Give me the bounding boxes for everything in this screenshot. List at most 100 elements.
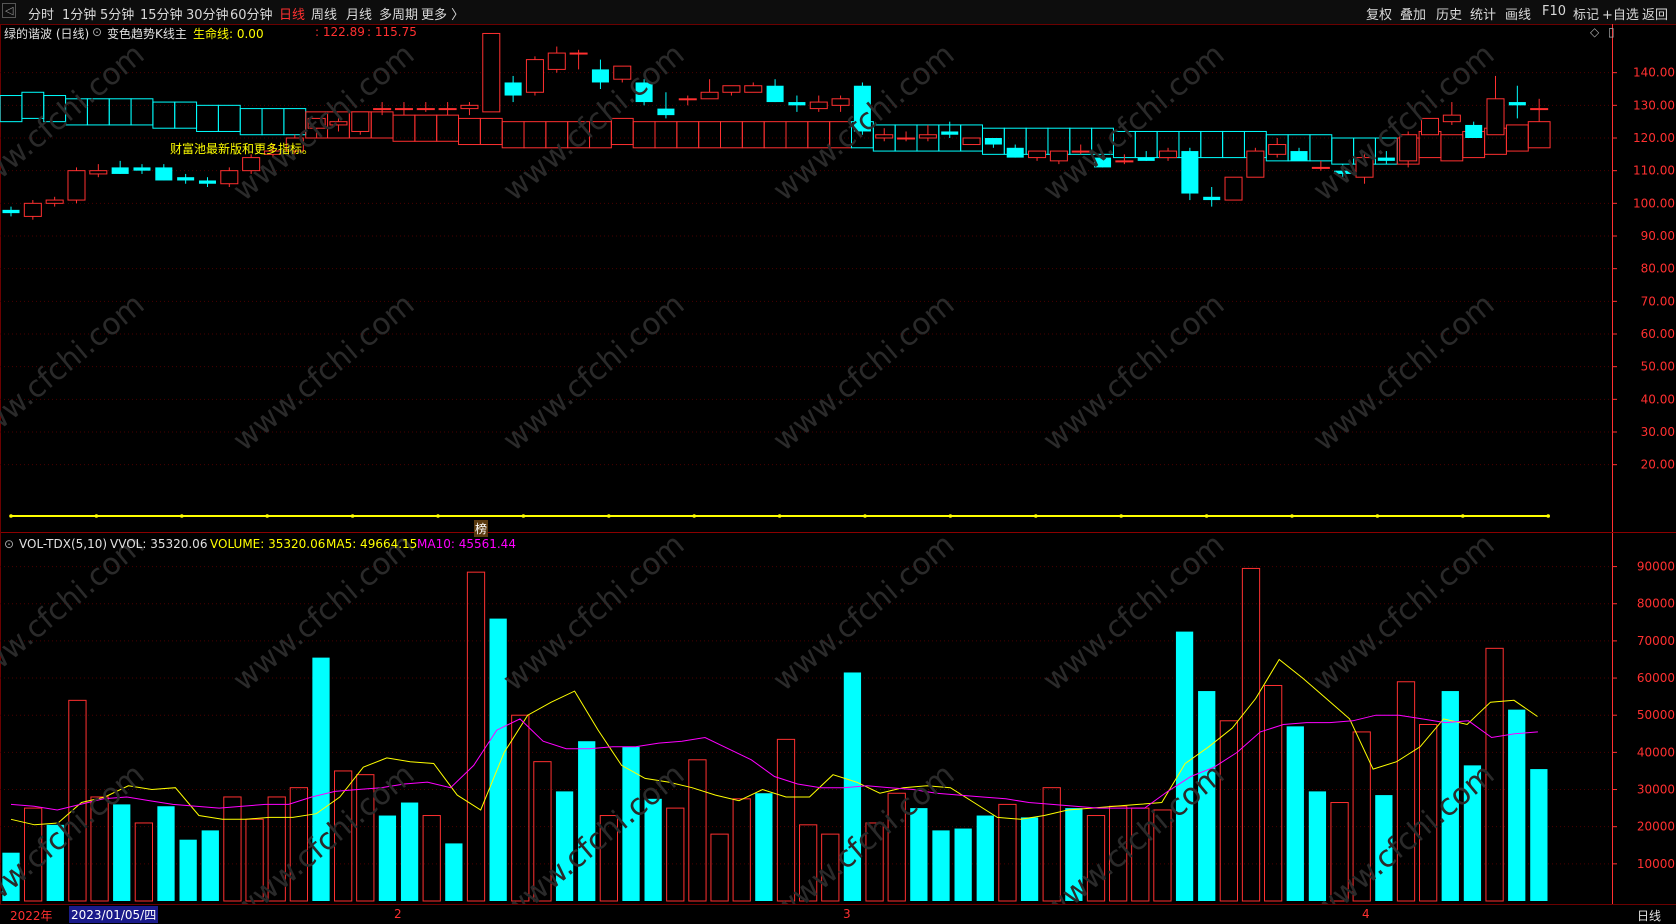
candle-body: [875, 134, 894, 139]
indicator-name[interactable]: 变色趋势K线主: [107, 25, 187, 42]
candle-body: [133, 167, 151, 171]
trend-band-box: [196, 104, 219, 132]
life-line-dot: [692, 514, 696, 518]
trend-band-box: [1440, 134, 1464, 162]
volume-tick-label: 70000: [1637, 634, 1675, 648]
volume-value: VOLUME: 35320.06: [210, 537, 326, 551]
candle-body: [1442, 114, 1461, 123]
price-tick-label: 90.00: [1641, 229, 1675, 243]
trend-band-box: [501, 121, 525, 149]
life-line-dot: [9, 514, 13, 518]
candle-body: [482, 32, 501, 113]
watermark-text: www.cfchi.com: [767, 37, 962, 208]
volume-tick-label: 60000: [1637, 671, 1675, 685]
stock-chart[interactable]: 20.00 30.00 40.00 50.00 60.00 70.00 80.00 90.00…: [0, 0, 1676, 922]
trend-band-box: [392, 114, 416, 142]
candle-body: [155, 167, 173, 181]
volume-bar: [1219, 720, 1238, 902]
candle-body: [1224, 176, 1243, 201]
candle-body: [678, 98, 697, 101]
volume-bar: [710, 833, 729, 902]
price-tick-label: 40.00: [1641, 392, 1675, 406]
watermark-text: www.cfchi.com: [497, 287, 692, 458]
volume-bar: [732, 798, 751, 902]
volume-tick-label: 40000: [1637, 745, 1675, 759]
candle-body: [897, 137, 916, 140]
candle-body: [1115, 160, 1134, 163]
volume-tick-label: 10000: [1637, 857, 1675, 871]
life-line-dot: [265, 514, 270, 518]
candle-body: [591, 69, 609, 83]
candle-body: [416, 108, 435, 111]
price-tick-label: 130.00: [1633, 98, 1675, 112]
trend-band-box: [632, 121, 656, 149]
trend-band-box: [676, 121, 700, 149]
candle-body: [504, 82, 522, 96]
window-icon[interactable]: ▯: [1608, 25, 1615, 39]
candle-body: [657, 108, 675, 116]
volume-tick-label: 30000: [1637, 783, 1675, 797]
trend-band-box: [720, 121, 743, 149]
life-line-dot: [1375, 514, 1380, 518]
watermark-text: www.cfchi.com: [1037, 287, 1232, 458]
volume-bar: [179, 839, 197, 901]
month-label: 3: [843, 907, 851, 921]
trend-band-box: [1527, 121, 1551, 149]
candle-body: [111, 167, 129, 174]
trend-band-box: [1309, 134, 1333, 162]
volume-bar: [400, 802, 419, 901]
candle-body: [941, 131, 959, 135]
indicator-value-2: : 115.75: [367, 25, 417, 39]
trend-band-box: [239, 108, 263, 136]
vvol-value: VVOL: 35320.06: [110, 537, 208, 551]
trend-band-box: [458, 117, 481, 146]
price-tick-label: 120.00: [1633, 131, 1675, 145]
vol-indicator-name[interactable]: VOL-TDX(5,10): [19, 537, 107, 551]
candle-body: [722, 85, 741, 93]
diamond-icon[interactable]: ◇: [1590, 25, 1599, 39]
watermark-text: www.cfchi.com: [0, 527, 151, 698]
event-marker[interactable]: 榜: [474, 520, 489, 537]
life-line-dot: [777, 514, 782, 518]
candle-body: [1290, 151, 1308, 161]
period-label: 日线: [1637, 909, 1662, 923]
trend-band-box: [217, 104, 241, 132]
trend-band-box: [130, 98, 154, 126]
candle-body: [1028, 150, 1047, 159]
promo-note: 财富池最新版和更多指标。: [170, 142, 315, 156]
candle-body: [1268, 144, 1287, 155]
volume-bar: [1286, 726, 1304, 901]
vol-toggle-icon[interactable]: ⊙: [4, 537, 14, 551]
volume-bar: [688, 759, 707, 902]
life-line-dot: [350, 514, 355, 518]
candle-body: [177, 177, 195, 181]
life-line-dot: [1461, 514, 1465, 518]
volume-bar: [378, 815, 397, 901]
volume-tick-label: 80000: [1637, 597, 1675, 611]
candle-body: [809, 101, 828, 110]
volume-bar: [466, 571, 486, 902]
candle-body: [569, 52, 588, 55]
date-axis: 2022年 2023/01/05/四 2 3 4 日线: [0, 904, 1676, 923]
candle-body: [788, 102, 806, 106]
trend-band-box: [261, 108, 285, 136]
candle-body: [438, 108, 457, 111]
trend-band-box: [108, 98, 132, 126]
volume-bar: [776, 738, 796, 902]
candle-body: [2, 209, 20, 214]
volume-bar: [445, 843, 463, 901]
candle-body: [1530, 108, 1549, 111]
month-label: 4: [1362, 907, 1370, 921]
watermark-text: www.cfchi.com: [1307, 37, 1502, 208]
candle-body: [962, 137, 981, 146]
candle-body: [67, 170, 86, 201]
trend-band-box: [1025, 127, 1049, 155]
candle-body: [766, 85, 784, 103]
indicator-toggle-icon[interactable]: ⊙: [92, 25, 102, 39]
watermark-text: www.cfchi.com: [227, 287, 422, 458]
volume-bar: [223, 796, 242, 902]
candle-body: [1486, 98, 1505, 136]
trend-band-box: [1200, 130, 1224, 159]
watermark-text: www.cfchi.com: [1037, 527, 1232, 698]
trend-band-box: [152, 101, 176, 129]
